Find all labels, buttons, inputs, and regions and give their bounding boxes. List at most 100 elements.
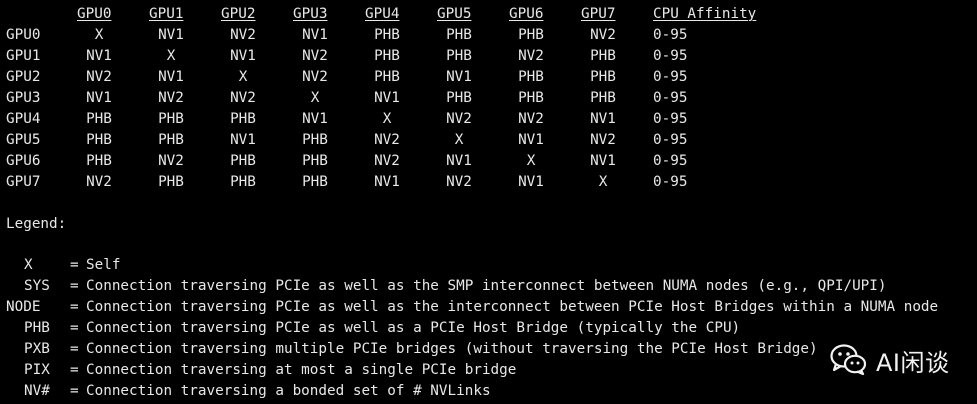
matrix-cell: X: [166, 48, 176, 64]
matrix-cell: PHB: [590, 90, 616, 106]
legend-item: X = Self: [0, 255, 977, 276]
row-label: GPU1: [6, 48, 41, 64]
matrix-cell: NV2: [518, 111, 544, 127]
matrix-cell: 0-95: [653, 90, 688, 106]
matrix-cell: NV1: [230, 48, 256, 64]
legend-key: PHB: [24, 320, 50, 336]
matrix-cell: NV2: [230, 90, 256, 106]
matrix-cell: PHB: [374, 27, 400, 43]
column-header-1: GPU1: [149, 6, 184, 22]
column-header-6: GPU6: [509, 6, 544, 22]
matrix-cell: NV2: [230, 27, 256, 43]
legend-description: Connection traversing at most a single P…: [86, 362, 517, 378]
column-header-2: GPU2: [221, 6, 256, 22]
matrix-cell: PHB: [302, 153, 328, 169]
matrix-cell: PHB: [230, 111, 256, 127]
matrix-cell: NV1: [446, 69, 472, 85]
matrix-row: GPU6 PHB NV2 PHB PHB NV2 NV1 X NV1 0-95: [0, 151, 977, 171]
matrix-row: GPU4 PHB PHB PHB NV1 X NV2 NV2 NV1 0-95: [0, 109, 977, 129]
matrix-cell: PHB: [158, 111, 184, 127]
matrix-cell: NV2: [518, 48, 544, 64]
matrix-cell: NV1: [86, 48, 112, 64]
matrix-cell: NV2: [158, 90, 184, 106]
clipped-prompt-line: ▬▬▬▬▬▬▬▬▬▬▬▬▬▬▬▬ ▬▬▬▬▬▬▬▬▬▬▬▬ ▬▬▬▬▬▬▬▬▬: [0, 0, 977, 2]
legend-key: PXB: [24, 341, 50, 357]
matrix-cell: 0-95: [653, 27, 688, 43]
legend-description: Self: [86, 257, 121, 273]
legend-title: Legend:: [6, 216, 67, 232]
row-label: GPU4: [6, 111, 41, 127]
matrix-cell: PHB: [518, 27, 544, 43]
legend-item: NV# = Connection traversing a bonded set o…: [0, 381, 977, 402]
matrix-cell: 0-95: [653, 69, 688, 85]
matrix-cell: X: [94, 27, 104, 43]
row-label: GPU2: [6, 69, 41, 85]
matrix-cell: NV1: [518, 174, 544, 190]
matrix-row: GPU7 NV2 PHB PHB PHB NV1 NV2 NV1 X 0-95: [0, 172, 977, 192]
matrix-cell: PHB: [86, 132, 112, 148]
matrix-cell: PHB: [158, 132, 184, 148]
legend-key: NV#: [24, 383, 50, 399]
legend-equals: =: [70, 299, 79, 315]
matrix-cell: 0-95: [653, 174, 688, 190]
column-header-8: CPU Affinity: [653, 6, 757, 22]
legend-description: Connection traversing multiple PCIe brid…: [86, 341, 818, 357]
matrix-header-row: GPU0 GPU1 GPU2 GPU3 GPU4 GPU5 GPU6 GPU7 CPU Affi…: [0, 4, 977, 24]
matrix-cell: NV1: [590, 153, 616, 169]
legend-key: SYS: [24, 278, 50, 294]
matrix-cell: NV2: [302, 69, 328, 85]
legend-equals: =: [70, 341, 79, 357]
matrix-cell: PHB: [86, 111, 112, 127]
legend-description: Connection traversing PCIe as well as th…: [86, 299, 939, 315]
column-header-3: GPU3: [293, 6, 328, 22]
row-label: GPU3: [6, 90, 41, 106]
watermark: AI闲谈: [830, 340, 950, 380]
matrix-cell: PHB: [302, 132, 328, 148]
matrix-cell: 0-95: [653, 48, 688, 64]
legend-description: Connection traversing PCIe as well as th…: [86, 278, 887, 294]
matrix-cell: 0-95: [653, 132, 688, 148]
column-header-5: GPU5: [437, 6, 472, 22]
matrix-cell: PHB: [230, 174, 256, 190]
matrix-row: GPU1 NV1 X NV1 NV2 PHB PHB NV2 PHB 0-95: [0, 46, 977, 66]
matrix-cell: X: [526, 153, 536, 169]
legend-equals: =: [70, 257, 79, 273]
matrix-cell: NV2: [86, 174, 112, 190]
row-label: GPU0: [6, 27, 41, 43]
matrix-cell: PHB: [158, 174, 184, 190]
matrix-cell: NV1: [158, 69, 184, 85]
matrix-cell: NV2: [446, 174, 472, 190]
watermark-text: AI闲谈: [876, 348, 950, 377]
matrix-row: GPU5 PHB PHB NV1 PHB NV2 X NV1 NV2 0-95: [0, 130, 977, 150]
legend-equals: =: [70, 320, 79, 336]
matrix-cell: NV2: [446, 111, 472, 127]
terminal-window: ▬▬▬▬▬▬▬▬▬▬▬▬▬▬▬▬ ▬▬▬▬▬▬▬▬▬▬▬▬ ▬▬▬▬▬▬▬▬▬ …: [0, 0, 977, 404]
matrix-cell: X: [598, 174, 608, 190]
column-header-7: GPU7: [581, 6, 616, 22]
legend-key: NODE: [6, 299, 41, 315]
matrix-row: GPU3 NV1 NV2 NV2 X NV1 PHB PHB PHB 0-95: [0, 88, 977, 108]
matrix-cell: NV2: [158, 153, 184, 169]
matrix-cell: PHB: [374, 69, 400, 85]
column-header-4: GPU4: [365, 6, 400, 22]
matrix-cell: NV2: [86, 69, 112, 85]
matrix-cell: PHB: [590, 48, 616, 64]
legend-key: X: [24, 257, 33, 273]
matrix-row: GPU2 NV2 NV1 X NV2 PHB NV1 PHB PHB 0-95: [0, 67, 977, 87]
matrix-cell: PHB: [446, 90, 472, 106]
matrix-cell: X: [454, 132, 464, 148]
legend-description: Connection traversing a bonded set of # …: [86, 383, 491, 399]
matrix-cell: 0-95: [653, 153, 688, 169]
matrix-cell: X: [310, 90, 320, 106]
legend-item: SYS = Connection traversing PCIe as well a…: [0, 276, 977, 297]
matrix-cell: NV1: [590, 111, 616, 127]
row-label: GPU7: [6, 174, 41, 190]
legend-description: Connection traversing PCIe as well as a …: [86, 320, 741, 336]
matrix-cell: NV2: [590, 132, 616, 148]
matrix-cell: PHB: [590, 69, 616, 85]
matrix-cell: PHB: [230, 153, 256, 169]
legend-item: NODE = Connection traversing PCIe as well …: [0, 297, 977, 318]
wechat-icon: [830, 344, 868, 376]
matrix-cell: NV1: [302, 27, 328, 43]
matrix-cell: NV1: [86, 90, 112, 106]
